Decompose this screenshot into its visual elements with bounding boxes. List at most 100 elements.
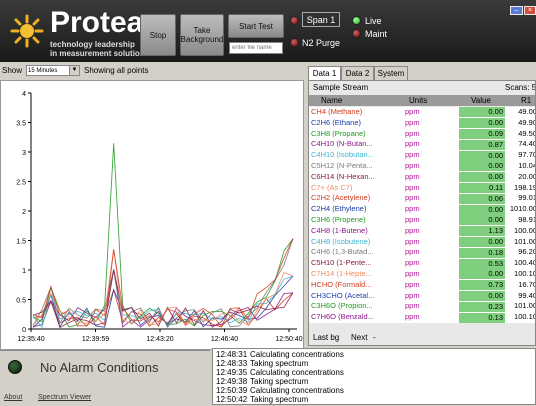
gas-value: 0.13: [459, 312, 505, 323]
gas-unit: ppm: [405, 204, 420, 214]
column-header-name[interactable]: Name: [321, 95, 342, 106]
close-icon[interactable]: ×: [524, 6, 536, 15]
data-panel: Sample Stream Scans: 5/0 Name Units Valu…: [308, 80, 536, 346]
table-row[interactable]: C7+ (As C7) ppm 0.11 198.19: [309, 182, 535, 194]
event-log: 12:48:31 Calculating concentrations 12:48:…: [212, 348, 536, 405]
log-message: Calculating concentrations: [250, 368, 344, 377]
span-status-led-icon: [290, 16, 299, 25]
span-button[interactable]: Span 1: [302, 12, 340, 27]
gas-r1: 101.00: [514, 301, 536, 311]
spectrum-viewer-link[interactable]: Spectrum Viewer: [38, 394, 91, 401]
gas-value: 0.73: [459, 280, 505, 291]
log-line: 12:50:39 Calculating concentrations: [216, 386, 344, 395]
gas-name: C4H10 (N-Butan...: [311, 139, 373, 149]
table-row[interactable]: C4H6 (1,3-Butad... ppm 0.18 96.20: [309, 247, 536, 259]
gas-value: 0.11: [459, 182, 505, 193]
chevron-down-icon[interactable]: ▼: [69, 66, 79, 75]
about-link[interactable]: About: [4, 394, 22, 401]
maint-led-icon: [352, 29, 361, 38]
gas-name: C2H4 (Ethylene): [311, 204, 367, 214]
gas-unit: ppm: [405, 258, 420, 268]
live-label: Live: [365, 16, 382, 26]
table-row[interactable]: C7H14 (1-Hepte... ppm 0.00 100.10: [309, 269, 535, 280]
table-row[interactable]: C4H8 (Isobutene) ppm 0.00 101.00: [309, 236, 536, 248]
stop-button[interactable]: Stop: [140, 14, 176, 56]
minimize-icon[interactable]: –: [510, 6, 523, 15]
table-row[interactable]: C5H10 (1-Pente... ppm 0.53 100.40: [309, 258, 535, 269]
chart-svg: 0 0.5 1 1.5 2 2.5 3 3.5 4 12:35:40 12:39:59 12:43:2…: [16, 91, 302, 343]
gas-unit: ppm: [405, 117, 420, 127]
n2-purge-led-icon: [290, 38, 299, 47]
log-line: 12:48:31 Calculating concentrations: [216, 350, 344, 359]
gas-unit: ppm: [405, 290, 420, 300]
start-test-button[interactable]: Start Test: [228, 14, 284, 38]
gas-value: 0.00: [459, 215, 505, 226]
gas-r1: 98.91: [518, 215, 536, 224]
take-background-button[interactable]: Take Background: [180, 14, 224, 56]
y-tick-label: 3.5: [16, 121, 26, 128]
gas-r1: 96.20: [518, 247, 536, 257]
tab-data-2[interactable]: Data 2: [341, 66, 374, 80]
file-name-input[interactable]: [229, 42, 283, 54]
gas-unit: ppm: [405, 247, 420, 257]
n2-purge-label[interactable]: N2 Purge: [302, 38, 340, 48]
table-row[interactable]: C3H8 (Propane) ppm 0.09 49.50: [309, 128, 535, 140]
table-row[interactable]: C2H6 (Ethane) ppm 0.00 49.90: [309, 117, 535, 129]
concentration-chart: 0 0.5 1 1.5 2 2.5 3 3.5 4 12:35:40 12:39:59 12:43:2…: [0, 80, 304, 350]
gas-unit: ppm: [405, 182, 420, 192]
gas-value: 0.00: [459, 107, 505, 118]
gas-value: 0.00: [459, 118, 505, 129]
table-row[interactable]: C4H10 (Isobutan... ppm 0.00 97.70: [309, 150, 535, 161]
table-row[interactable]: HCHO (Formald... ppm 0.73 16.70: [309, 279, 535, 291]
gas-value: 0.23: [459, 301, 505, 312]
table-row[interactable]: C5H12 (N-Penta... ppm 0.00 10.04: [309, 161, 535, 172]
table-row[interactable]: C6H14 (N-Hexan... ppm 0.00 20.00: [309, 171, 535, 183]
gas-unit: ppm: [405, 150, 420, 160]
table-row[interactable]: C3H6O (Propion... ppm 0.23 101.00: [309, 301, 536, 313]
table-row[interactable]: C2H2 (Acetylene) ppm 0.06 99.01: [309, 193, 536, 205]
brand-name: Protea: [50, 6, 144, 39]
next-button[interactable]: Next: [351, 333, 367, 342]
log-line: 12:50:42 Taking spectrum: [216, 395, 308, 404]
gas-unit: ppm: [405, 161, 420, 170]
series-line: [32, 249, 294, 327]
gas-unit: ppm: [405, 128, 420, 138]
gas-value: 0.00: [459, 161, 505, 172]
gas-name: C4H10 (Isobutan...: [311, 150, 374, 160]
gas-value: 0.53: [459, 258, 505, 269]
log-message: Calculating concentrations: [250, 386, 344, 395]
tab-data-1[interactable]: Data 1: [308, 66, 341, 80]
gas-r1: 99.01: [518, 193, 536, 203]
gas-value: 0.18: [459, 247, 505, 258]
gas-r1: 74.40: [518, 139, 536, 149]
table-row[interactable]: CH4 (Methane) ppm 0.00 49.00: [309, 107, 536, 118]
table-row[interactable]: C3H6 (Propene) ppm 0.00 98.91: [309, 215, 536, 226]
table-row[interactable]: C4H10 (N-Butan... ppm 0.87 74.40: [309, 139, 536, 151]
table-row[interactable]: CH3CHO (Acetal... ppm 0.00 99.40: [309, 290, 535, 302]
y-tick-label: 0.5: [16, 298, 26, 305]
live-led-icon: [352, 16, 361, 25]
log-message: Calculating concentrations: [250, 350, 344, 359]
gas-value: 0.00: [459, 204, 505, 215]
time-window-select[interactable]: 15 Minutes ▼: [26, 65, 80, 76]
alarm-panel: No Alarm Conditions: [0, 350, 210, 406]
x-tick-label: 12:43:20: [146, 336, 173, 343]
log-time: 12:50:42: [216, 395, 248, 404]
column-header-units[interactable]: Units: [409, 95, 427, 106]
gas-unit: ppm: [405, 312, 420, 322]
gas-name: C2H6 (Ethane): [311, 117, 362, 127]
table-row[interactable]: C4H8 (1-Butene) ppm 1.13 100.00: [309, 225, 535, 237]
column-header-value[interactable]: Value: [471, 95, 491, 106]
column-header-r1[interactable]: R1: [521, 95, 531, 106]
tab-system[interactable]: System: [374, 66, 408, 80]
series-line: [32, 238, 294, 328]
log-time: 12:49:35: [216, 368, 248, 377]
protea-sun-logo-icon: [10, 14, 44, 48]
table-row[interactable]: C2H4 (Ethylene) ppm 0.00 1010.00: [309, 204, 535, 215]
gas-unit: ppm: [405, 171, 420, 181]
gas-r1: 101.00: [514, 236, 536, 246]
gas-r1: 49.00: [518, 107, 536, 116]
table-row[interactable]: C7H6O (Benzald... ppm 0.13 100.10: [309, 312, 535, 323]
gas-name: C7+ (As C7): [311, 182, 353, 192]
show-label: Show: [2, 66, 23, 75]
